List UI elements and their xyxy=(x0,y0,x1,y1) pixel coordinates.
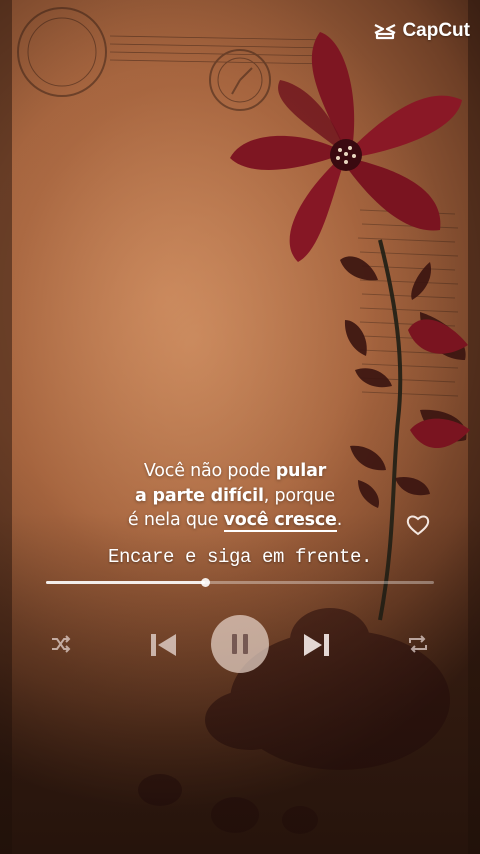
quote-line-3-text: é nela que xyxy=(127,510,224,530)
pause-icon xyxy=(232,634,248,654)
quote-line-3-end: . xyxy=(336,510,343,530)
progress-fill xyxy=(46,581,206,584)
capcut-logo-icon xyxy=(374,24,396,40)
heart-icon[interactable] xyxy=(406,514,430,536)
play-pause-button[interactable] xyxy=(211,615,269,673)
skip-previous-icon[interactable] xyxy=(146,630,180,660)
repeat-icon[interactable] xyxy=(405,632,431,656)
skip-next-icon[interactable] xyxy=(300,630,334,660)
quote-line-2-text: , porque xyxy=(263,485,335,506)
quote-line-3: é nela que você cresce. xyxy=(90,508,380,533)
quote-line-1: Você não pode pular xyxy=(90,459,380,484)
bottom-shade xyxy=(0,0,480,854)
progress-bar[interactable] xyxy=(46,578,434,587)
quote-line-1-bold: pular xyxy=(275,461,327,481)
quote-line-2-bold: a parte difícil xyxy=(135,485,264,506)
quote-text: Você não pode pular a parte difícil, por… xyxy=(90,459,380,533)
progress-knob[interactable] xyxy=(201,578,211,587)
subtitle-text: Encare e siga em frente. xyxy=(107,546,373,568)
quote-line-2: a parte difícil, porque xyxy=(90,484,380,509)
quote-line-3-bold: você cresce xyxy=(223,510,337,532)
shuffle-icon[interactable] xyxy=(48,633,74,655)
capcut-watermark: CapCut xyxy=(373,20,470,42)
quote-line-1-text: Você não pode xyxy=(143,461,276,481)
watermark-brand: CapCut xyxy=(402,20,470,41)
